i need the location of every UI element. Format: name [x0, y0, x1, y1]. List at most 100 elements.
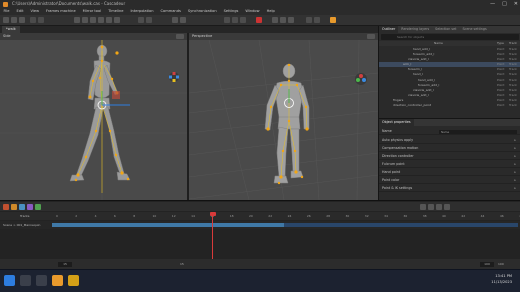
magnet-icon[interactable]	[146, 17, 152, 23]
property-section[interactable]: Point & IK settings ▸	[379, 185, 520, 192]
tab-selection-set[interactable]: Selection set	[432, 26, 459, 33]
viewport-side[interactable]: Side	[0, 33, 187, 200]
track-strip-tail[interactable]	[284, 223, 518, 227]
menu-frames-machine[interactable]: Frames machine	[43, 8, 80, 15]
menu-commands[interactable]: Commands	[157, 8, 184, 15]
close-button[interactable]: ✕	[514, 0, 518, 8]
interpolation-icon[interactable]	[35, 203, 41, 210]
play-back-icon[interactable]	[420, 203, 426, 210]
ruler-tick-label: 4	[94, 214, 97, 218]
undo-icon[interactable]	[30, 17, 36, 23]
playhead-handle[interactable]	[209, 212, 216, 216]
property-section-label: Direction controller	[382, 154, 414, 158]
snap-icon[interactable]	[138, 17, 144, 23]
cascadeur-taskbar-icon[interactable]	[52, 275, 63, 286]
keyframe-icon[interactable]	[11, 203, 17, 210]
column-type[interactable]: Type	[497, 41, 504, 46]
local-space-icon[interactable]	[114, 17, 120, 23]
task-view-icon[interactable]	[36, 275, 47, 286]
menu-settings[interactable]: Settings	[220, 8, 242, 15]
layout-split-icon[interactable]	[280, 17, 286, 23]
menu-synchronization[interactable]: Synchronization	[184, 8, 220, 15]
physics-icon[interactable]	[306, 17, 312, 23]
outliner-row-track: Track	[509, 103, 517, 108]
outliner-row[interactable]: direction_controller_point Point Track	[379, 103, 520, 108]
autopose-icon[interactable]	[314, 17, 320, 23]
camera-icon[interactable]	[172, 17, 178, 23]
tab-walk[interactable]: *walk	[2, 26, 20, 33]
file-explorer-icon[interactable]	[68, 275, 79, 286]
tracks-label: Tracks	[20, 214, 30, 218]
menu-mirror-tool[interactable]: Mirror tool	[79, 8, 105, 15]
select-tool-icon[interactable]	[74, 17, 80, 23]
ruler-tick-label: 30	[345, 214, 350, 218]
playhead[interactable]	[212, 212, 213, 259]
layout-single-icon[interactable]	[272, 17, 278, 23]
menu-timeline[interactable]: Timeline	[105, 8, 127, 15]
outliner-row-type: Point	[497, 103, 505, 108]
light-icon[interactable]	[180, 17, 186, 23]
viewport-menu-icon[interactable]	[176, 34, 184, 39]
ik-fk-icon[interactable]	[330, 17, 336, 23]
loop-icon[interactable]	[444, 203, 450, 210]
open-file-icon[interactable]	[11, 17, 17, 23]
property-section[interactable]: Fulcrum point ▸	[379, 161, 520, 168]
minimize-button[interactable]: —	[490, 0, 495, 8]
interval-icon[interactable]	[19, 203, 25, 210]
current-frame-field[interactable]: 15	[58, 261, 72, 267]
outliner-search-input[interactable]: Search for objects	[381, 34, 519, 40]
property-section[interactable]: Direction controller ▸	[379, 153, 520, 160]
stop-icon[interactable]	[436, 203, 442, 210]
system-tray[interactable]: 13:41 PM 11/13/2023	[491, 273, 512, 285]
outliner-list: hand_add_l Point Track forearm_add_l Point Tr…	[379, 47, 520, 108]
property-section[interactable]: Point color ▸	[379, 177, 520, 184]
layout-quad-icon[interactable]	[288, 17, 294, 23]
menu-view[interactable]: View	[27, 8, 43, 15]
record-icon[interactable]	[256, 17, 262, 23]
pivot-tool-icon[interactable]	[106, 17, 112, 23]
menu-file[interactable]: File	[0, 8, 13, 15]
copy-pose-icon[interactable]	[224, 17, 230, 23]
chevron-right-icon: ▸	[514, 170, 516, 174]
key-icon[interactable]	[3, 203, 9, 210]
tab-scene-settings[interactable]: Scene settings	[459, 26, 489, 33]
property-section[interactable]: Hand point ▸	[379, 169, 520, 176]
name-field[interactable]: Name	[439, 129, 517, 134]
tab-outliner[interactable]: Outliner	[379, 26, 399, 33]
speed-field[interactable]: 100	[498, 259, 504, 269]
maximize-button[interactable]: □	[502, 0, 507, 8]
windows-start-icon[interactable]	[4, 275, 15, 286]
property-section-label: Fulcrum point	[382, 162, 405, 166]
property-section-label: Compensation motion	[382, 146, 419, 150]
redo-icon[interactable]	[38, 17, 44, 23]
play-icon[interactable]	[428, 203, 434, 210]
property-section[interactable]: Compensation motion ▸	[379, 145, 520, 152]
timeline-ruler[interactable]: Tracks 024681012141618202224262830323436…	[0, 212, 520, 220]
move-tool-icon[interactable]	[82, 17, 88, 23]
viewport-menu-icon[interactable]	[367, 34, 375, 39]
title-bar: C:\Users\Administrator\Documents\walk.ca…	[0, 0, 520, 8]
menu-bar: File Edit View Frames machine Mirror too…	[0, 8, 520, 15]
menu-window[interactable]: Window	[242, 8, 263, 15]
ruler-tick-label: 14	[191, 214, 195, 218]
menu-help[interactable]: Help	[263, 8, 278, 15]
paste-pose-icon[interactable]	[232, 17, 238, 23]
fixation-icon[interactable]	[27, 203, 33, 210]
column-track[interactable]: Track	[509, 41, 517, 46]
save-icon[interactable]	[19, 17, 25, 23]
timeline-track[interactable]: Scene > 001_Mannequin	[0, 221, 520, 229]
search-icon[interactable]	[20, 275, 31, 286]
menu-edit[interactable]: Edit	[13, 8, 27, 15]
property-section[interactable]: Auto physics apply ▸	[379, 137, 520, 144]
viewport-perspective[interactable]: Perspective	[189, 33, 378, 200]
mirror-icon[interactable]	[240, 17, 246, 23]
ruler-tick-label: 40	[442, 214, 446, 218]
outliner-column-headers: Name Type Track	[379, 41, 520, 46]
end-frame-field[interactable]: 100	[480, 261, 494, 267]
scale-tool-icon[interactable]	[98, 17, 104, 23]
menu-interpolation[interactable]: Interpolation	[127, 8, 157, 15]
tab-rendering-layers[interactable]: Rendering layers	[398, 26, 432, 33]
column-name[interactable]: Name	[434, 41, 443, 46]
new-file-icon[interactable]	[3, 17, 9, 23]
rotate-tool-icon[interactable]	[90, 17, 96, 23]
